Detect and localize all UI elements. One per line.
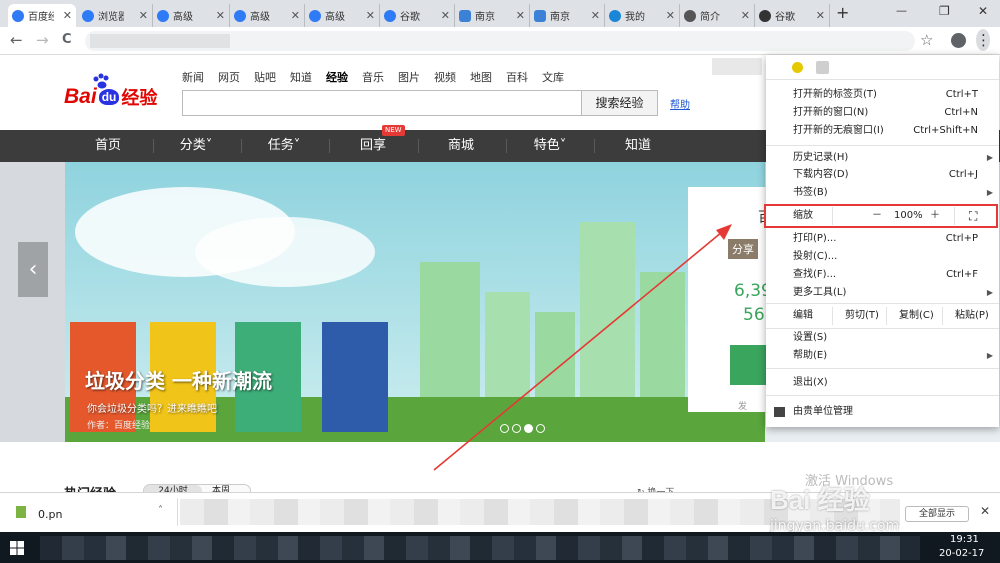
taskbar-apps-blurred xyxy=(40,536,920,560)
image-file-icon xyxy=(16,506,26,518)
clock-time[interactable]: 19:31 xyxy=(950,534,979,545)
show-all-button[interactable]: 全部显示 xyxy=(905,506,969,522)
annotation-arrow xyxy=(433,224,732,471)
download-item[interactable]: 0.pn ˄ xyxy=(8,498,178,526)
baidu-jingyan-watermark: Bai 经验 xyxy=(770,485,870,515)
windows-start-icon[interactable] xyxy=(10,541,24,555)
download-filename: 0.pn xyxy=(38,508,63,521)
windows-taskbar: 19:31 20-02-17 xyxy=(0,532,1000,563)
chevron-up-icon[interactable]: ˄ xyxy=(158,505,163,516)
close-download-bar-button[interactable]: ✕ xyxy=(980,504,990,518)
clock-date[interactable]: 20-02-17 xyxy=(939,548,984,559)
